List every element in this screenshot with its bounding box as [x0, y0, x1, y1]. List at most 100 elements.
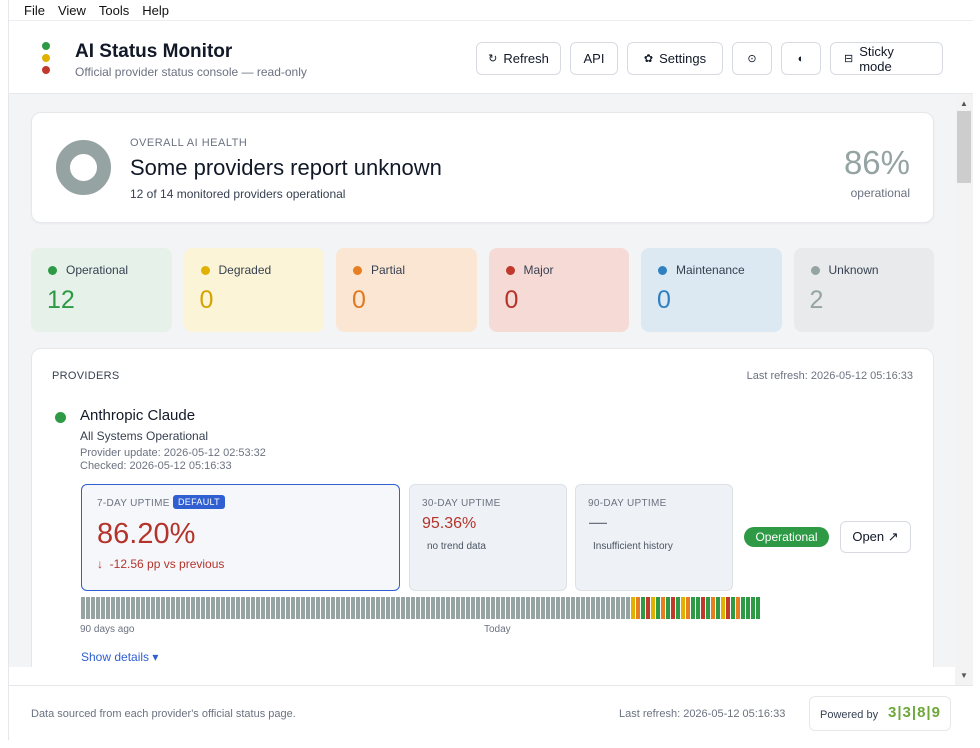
history-day-bar[interactable]	[551, 597, 555, 619]
history-day-bar[interactable]	[756, 597, 760, 619]
history-day-bar[interactable]	[491, 597, 495, 619]
scroll-up-icon[interactable]: ▲	[960, 99, 968, 108]
history-day-bar[interactable]	[561, 597, 565, 619]
history-day-bar[interactable]	[311, 597, 315, 619]
history-day-bar[interactable]	[441, 597, 445, 619]
history-day-bar[interactable]	[521, 597, 525, 619]
history-day-bar[interactable]	[566, 597, 570, 619]
history-day-bar[interactable]	[526, 597, 530, 619]
history-day-bar[interactable]	[676, 597, 680, 619]
uptime-90day-card[interactable]: 90-DAY UPTIME — Insufficient history	[575, 484, 733, 591]
history-day-bar[interactable]	[346, 597, 350, 619]
history-day-bar[interactable]	[506, 597, 510, 619]
history-day-bar[interactable]	[576, 597, 580, 619]
history-day-bar[interactable]	[626, 597, 630, 619]
history-day-bar[interactable]	[161, 597, 165, 619]
history-day-bar[interactable]	[306, 597, 310, 619]
history-day-bar[interactable]	[541, 597, 545, 619]
history-day-bar[interactable]	[431, 597, 435, 619]
history-day-bar[interactable]	[681, 597, 685, 619]
stat-major[interactable]: Major 0	[488, 248, 629, 332]
history-day-bar[interactable]	[731, 597, 735, 619]
menu-help[interactable]: Help	[142, 3, 169, 18]
history-day-bar[interactable]	[106, 597, 110, 619]
stat-degraded[interactable]: Degraded 0	[183, 248, 324, 332]
history-day-bar[interactable]	[146, 597, 150, 619]
history-day-bar[interactable]	[611, 597, 615, 619]
history-day-bar[interactable]	[131, 597, 135, 619]
history-day-bar[interactable]	[396, 597, 400, 619]
history-day-bar[interactable]	[556, 597, 560, 619]
history-day-bar[interactable]	[186, 597, 190, 619]
history-day-bar[interactable]	[461, 597, 465, 619]
history-day-bar[interactable]	[261, 597, 265, 619]
history-day-bar[interactable]	[136, 597, 140, 619]
history-day-bar[interactable]	[111, 597, 115, 619]
history-day-bar[interactable]	[231, 597, 235, 619]
vertical-scrollbar[interactable]: ▲ ▼	[955, 94, 973, 685]
history-day-bar[interactable]	[216, 597, 220, 619]
history-day-bar[interactable]	[376, 597, 380, 619]
history-day-bar[interactable]	[601, 597, 605, 619]
history-day-bar[interactable]	[486, 597, 490, 619]
history-day-bar[interactable]	[661, 597, 665, 619]
history-day-bar[interactable]	[426, 597, 430, 619]
history-day-bar[interactable]	[301, 597, 305, 619]
history-day-bar[interactable]	[226, 597, 230, 619]
history-day-bar[interactable]	[466, 597, 470, 619]
history-day-bar[interactable]	[451, 597, 455, 619]
history-day-bar[interactable]	[436, 597, 440, 619]
settings-button[interactable]: ✿ Settings	[627, 42, 723, 75]
menu-tools[interactable]: Tools	[99, 3, 129, 18]
open-provider-button[interactable]: Open ↗	[840, 521, 911, 553]
history-day-bar[interactable]	[621, 597, 625, 619]
history-day-bar[interactable]	[481, 597, 485, 619]
history-day-bar[interactable]	[516, 597, 520, 619]
uptime-7day-card[interactable]: 7-DAY UPTIME DEFAULT 86.20% ↓ -12.56 pp …	[81, 484, 400, 591]
stat-partial[interactable]: Partial 0	[336, 248, 477, 332]
history-day-bar[interactable]	[536, 597, 540, 619]
menu-view[interactable]: View	[58, 3, 86, 18]
history-day-bar[interactable]	[286, 597, 290, 619]
history-day-bar[interactable]	[546, 597, 550, 619]
history-day-bar[interactable]	[471, 597, 475, 619]
history-day-bar[interactable]	[741, 597, 745, 619]
info-button[interactable]: ⊙	[732, 42, 772, 75]
show-details-link[interactable]: Show details ▾	[81, 650, 158, 664]
menu-file[interactable]: File	[24, 3, 45, 18]
history-day-bar[interactable]	[326, 597, 330, 619]
history-day-bar[interactable]	[236, 597, 240, 619]
history-day-bar[interactable]	[606, 597, 610, 619]
history-day-bar[interactable]	[686, 597, 690, 619]
history-day-bar[interactable]	[721, 597, 725, 619]
history-day-bar[interactable]	[356, 597, 360, 619]
history-day-bar[interactable]	[696, 597, 700, 619]
history-day-bar[interactable]	[646, 597, 650, 619]
history-day-bar[interactable]	[366, 597, 370, 619]
history-day-bar[interactable]	[121, 597, 125, 619]
history-day-bar[interactable]	[316, 597, 320, 619]
history-day-bar[interactable]	[221, 597, 225, 619]
stat-operational[interactable]: Operational 12	[31, 248, 172, 332]
history-day-bar[interactable]	[256, 597, 260, 619]
scroll-down-icon[interactable]: ▼	[960, 671, 968, 680]
history-day-bar[interactable]	[581, 597, 585, 619]
history-day-bar[interactable]	[711, 597, 715, 619]
history-day-bar[interactable]	[391, 597, 395, 619]
history-day-bar[interactable]	[386, 597, 390, 619]
powered-by-badge[interactable]: Powered by 3|3|8|9	[809, 696, 951, 731]
history-day-bar[interactable]	[411, 597, 415, 619]
history-day-bar[interactable]	[641, 597, 645, 619]
history-day-bar[interactable]	[406, 597, 410, 619]
history-day-bar[interactable]	[181, 597, 185, 619]
history-day-bar[interactable]	[151, 597, 155, 619]
history-day-bar[interactable]	[331, 597, 335, 619]
history-day-bar[interactable]	[196, 597, 200, 619]
api-button[interactable]: API	[570, 42, 618, 75]
history-day-bar[interactable]	[651, 597, 655, 619]
history-day-bar[interactable]	[266, 597, 270, 619]
history-day-bar[interactable]	[716, 597, 720, 619]
history-day-bar[interactable]	[616, 597, 620, 619]
history-day-bar[interactable]	[371, 597, 375, 619]
history-day-bar[interactable]	[211, 597, 215, 619]
